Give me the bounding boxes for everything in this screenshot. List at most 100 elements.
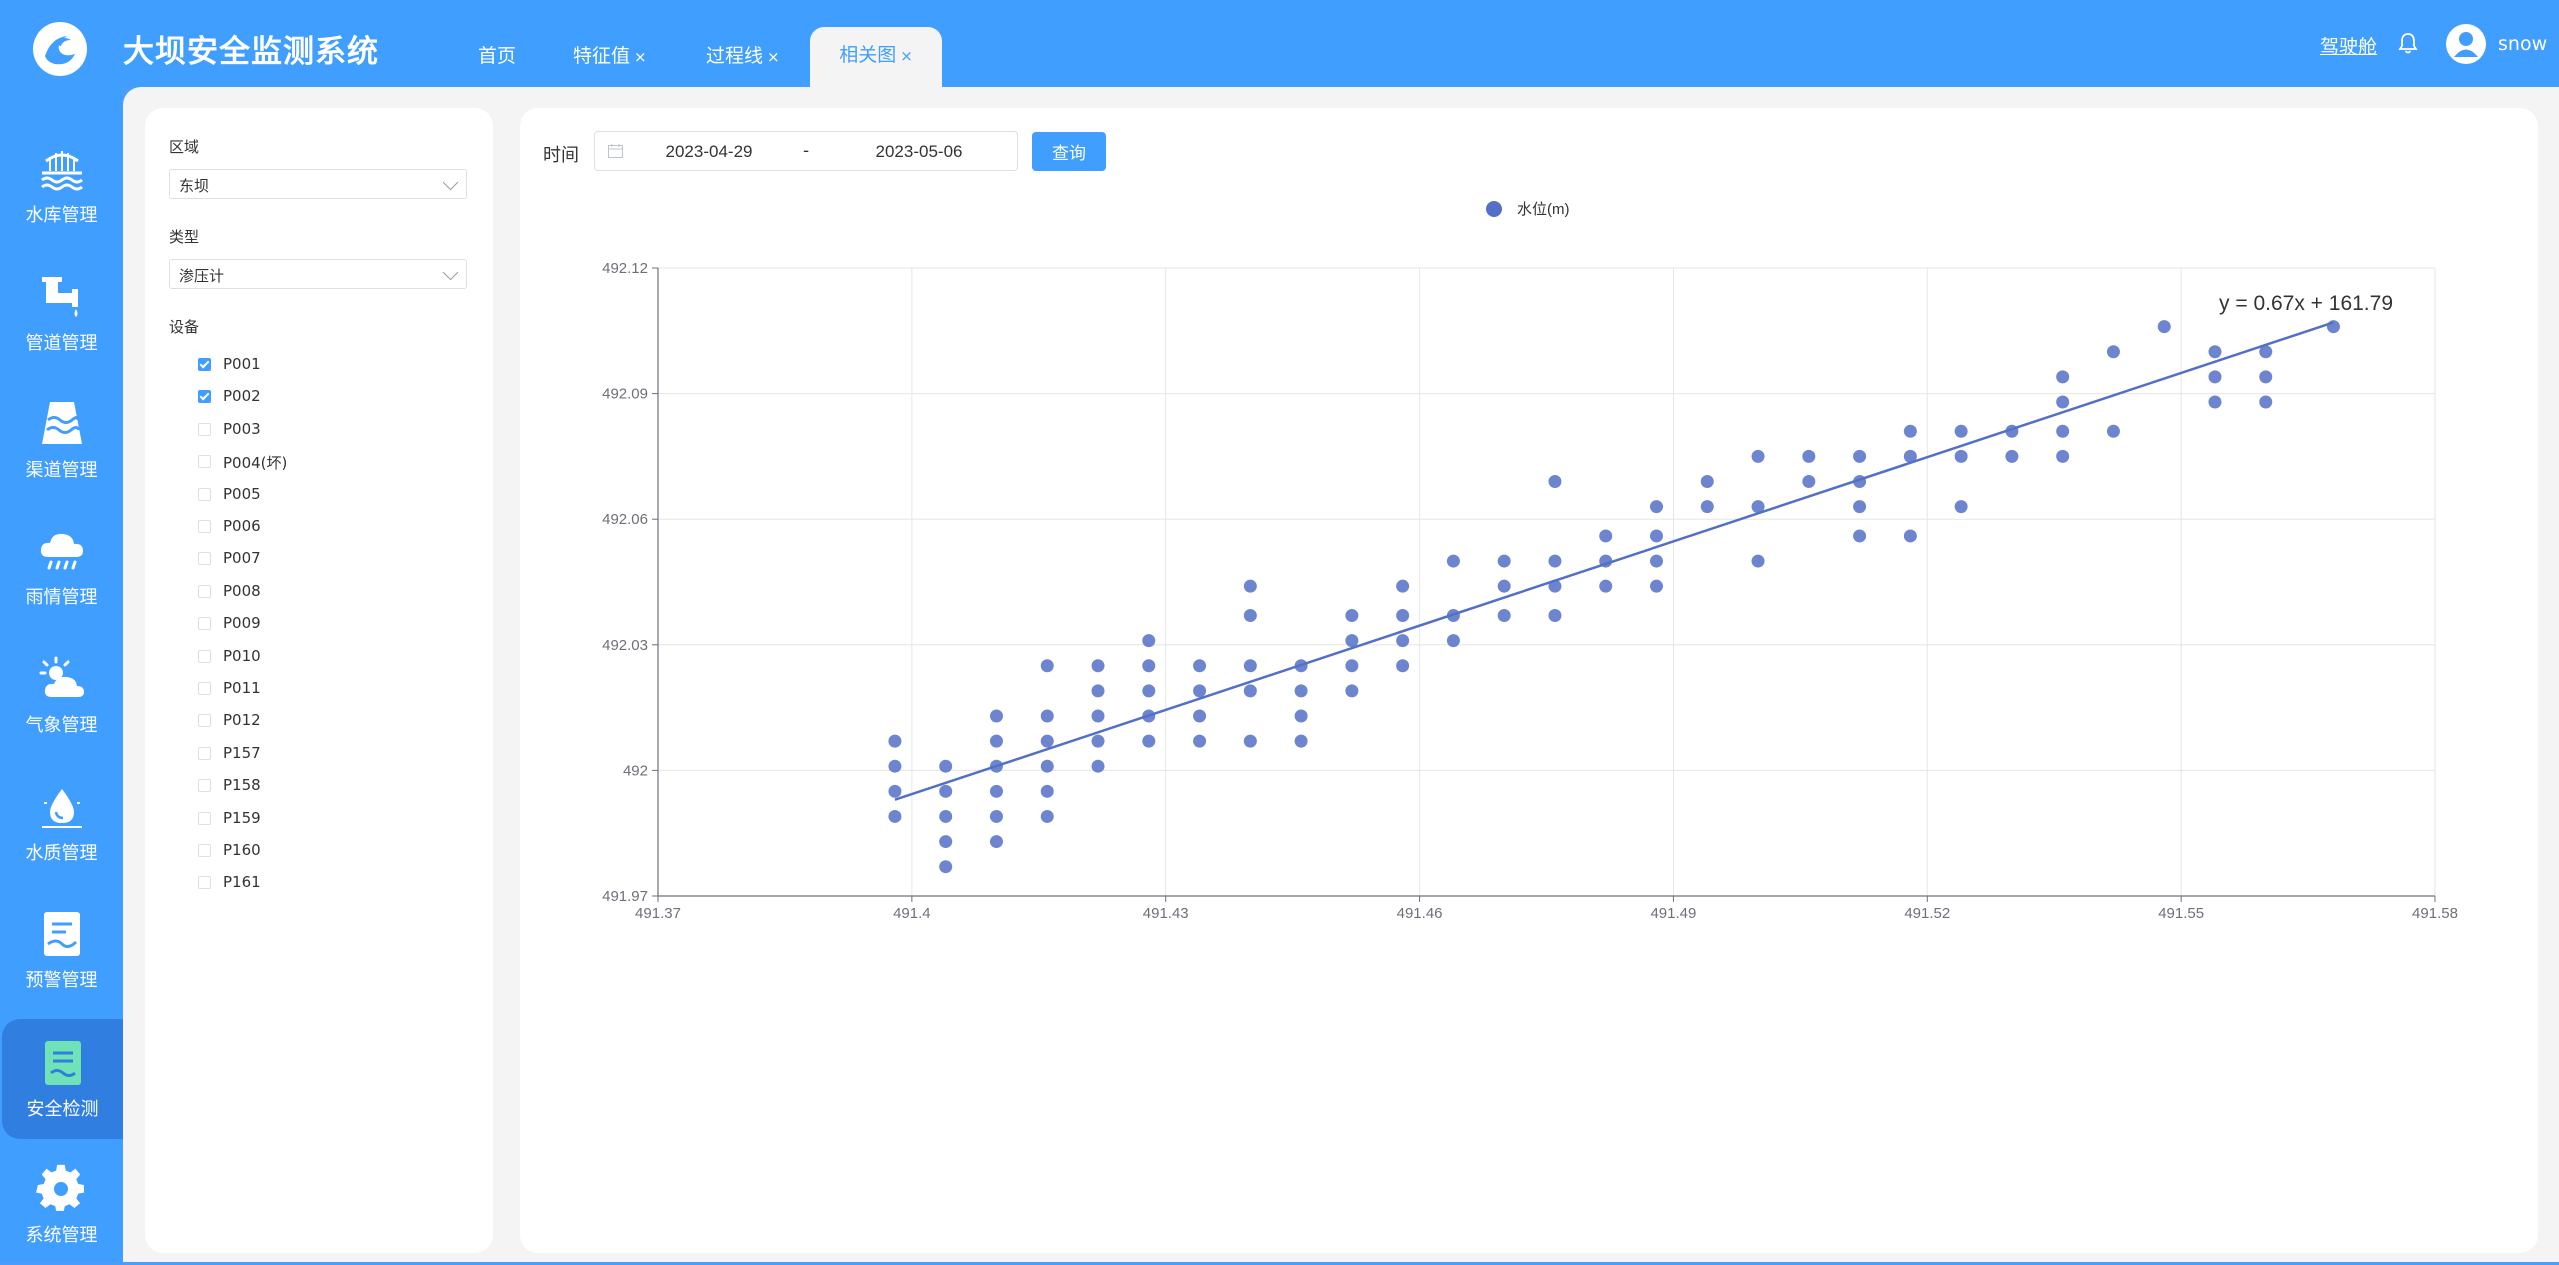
sidebar-item-rain[interactable]: 雨情管理: [0, 507, 123, 627]
data-point: [2106, 345, 2120, 359]
region-select[interactable]: 东坝: [169, 169, 467, 199]
data-point: [1802, 449, 1816, 463]
close-icon[interactable]: ×: [900, 47, 913, 65]
close-icon[interactable]: ×: [767, 48, 780, 66]
data-point: [2056, 370, 2070, 384]
sidebar-item-pipe[interactable]: 管道管理: [0, 253, 123, 373]
device-checkbox[interactable]: [198, 422, 211, 436]
end-date-input[interactable]: [847, 141, 991, 163]
device-label: P009: [223, 614, 261, 633]
tab-process-line[interactable]: 过程线 ×: [706, 28, 780, 87]
data-point: [1294, 734, 1308, 748]
data-point: [1954, 449, 1968, 463]
data-point: [888, 734, 902, 748]
data-point: [888, 759, 902, 773]
data-point: [1142, 659, 1156, 673]
data-point: [1345, 684, 1359, 698]
sidebar-item-label: 雨情管理: [25, 587, 98, 608]
y-tick-label: 492.09: [602, 386, 648, 403]
device-label: P011: [223, 679, 261, 697]
device-checkbox[interactable]: [198, 617, 211, 631]
sidebar-item-label: 气象管理: [25, 715, 98, 736]
tab-label: 首页: [478, 45, 517, 67]
device-checkbox[interactable]: [198, 682, 211, 695]
start-date-input[interactable]: [637, 141, 781, 163]
data-point: [989, 809, 1003, 823]
device-checkbox[interactable]: [198, 358, 211, 371]
device-checkbox[interactable]: [198, 584, 211, 598]
data-point: [2208, 395, 2222, 409]
device-checkbox[interactable]: [198, 455, 211, 469]
cockpit-link[interactable]: 驾驶舱: [2320, 32, 2377, 59]
sidebar-item-warning[interactable]: 预警管理: [0, 890, 123, 1010]
water-drop-icon: [41, 789, 82, 828]
device-label: P161: [223, 873, 261, 892]
data-point: [1142, 634, 1156, 648]
device-checkbox[interactable]: [198, 714, 211, 728]
device-checkbox[interactable]: [198, 811, 211, 825]
gear-icon: [35, 1164, 84, 1211]
data-point: [1700, 475, 1714, 489]
device-label: P001: [223, 355, 261, 373]
data-point: [1853, 529, 1867, 543]
data-point: [989, 734, 1003, 748]
device-checkbox[interactable]: [198, 779, 211, 793]
tab-correlation-chart[interactable]: 相关图 ×: [810, 27, 942, 87]
device-checkbox[interactable]: [198, 876, 211, 890]
device-checkbox[interactable]: [198, 844, 211, 857]
data-point: [2326, 320, 2340, 334]
tab-home[interactable]: 首页: [478, 28, 516, 87]
query-button[interactable]: 查询: [1032, 132, 1106, 171]
username[interactable]: snow: [2498, 33, 2547, 55]
data-point: [1599, 529, 1613, 543]
device-checkbox[interactable]: [198, 649, 211, 663]
data-point: [1446, 634, 1460, 648]
app-title: 大坝安全监测系统: [123, 34, 379, 70]
device-checkbox[interactable]: [198, 390, 211, 404]
close-icon[interactable]: ×: [634, 48, 647, 66]
device-checkbox[interactable]: [198, 552, 211, 566]
date-separator: -: [803, 141, 810, 161]
data-point: [939, 860, 953, 874]
data-point: [1650, 579, 1664, 593]
sidebar-item-channel[interactable]: 渠道管理: [0, 380, 123, 500]
y-tick-label: 491.97: [602, 888, 648, 905]
data-point: [989, 784, 1003, 798]
sidebar-item-weather[interactable]: 气象管理: [0, 635, 123, 755]
date-range-picker[interactable]: -: [594, 131, 1018, 171]
data-point: [1751, 449, 1765, 463]
device-label: P160: [223, 841, 261, 859]
tab-label: 过程线: [706, 45, 764, 67]
x-tick-label: 491.49: [1650, 905, 1696, 922]
time-label: 时间: [543, 145, 579, 166]
data-point: [989, 709, 1003, 723]
legend-marker: [1486, 201, 1502, 217]
data-point: [1396, 608, 1410, 622]
device-checkbox[interactable]: [198, 520, 211, 533]
data-point: [1142, 684, 1156, 698]
data-point: [1040, 809, 1054, 823]
sidebar-item-safety-detection[interactable]: 安全检测: [2, 1019, 123, 1139]
sidebar-item-system[interactable]: 系统管理: [0, 1145, 123, 1265]
rain-cloud-icon: [40, 533, 83, 570]
data-point: [888, 784, 902, 798]
data-point: [2056, 449, 2070, 463]
data-point: [1243, 608, 1257, 622]
user-icon: [2454, 32, 2478, 57]
device-checkbox[interactable]: [198, 487, 211, 501]
data-point: [1243, 684, 1257, 698]
sidebar-item-reservoir[interactable]: 水库管理: [0, 125, 123, 245]
data-point: [1142, 734, 1156, 748]
y-tick-label: 492.03: [602, 637, 648, 654]
data-point: [1903, 529, 1917, 543]
tab-feature-value[interactable]: 特征值 ×: [573, 28, 647, 87]
device-checkbox[interactable]: [198, 746, 211, 760]
x-tick-label: 491.37: [635, 905, 681, 922]
sidebar-item-water-quality[interactable]: 水质管理: [0, 763, 123, 883]
type-select[interactable]: 渗压计: [169, 259, 467, 289]
data-point: [1345, 634, 1359, 648]
warning-doc-icon: [43, 912, 80, 956]
avatar[interactable]: [2446, 24, 2486, 64]
bell-icon[interactable]: [2395, 30, 2421, 56]
data-point: [1599, 579, 1613, 593]
